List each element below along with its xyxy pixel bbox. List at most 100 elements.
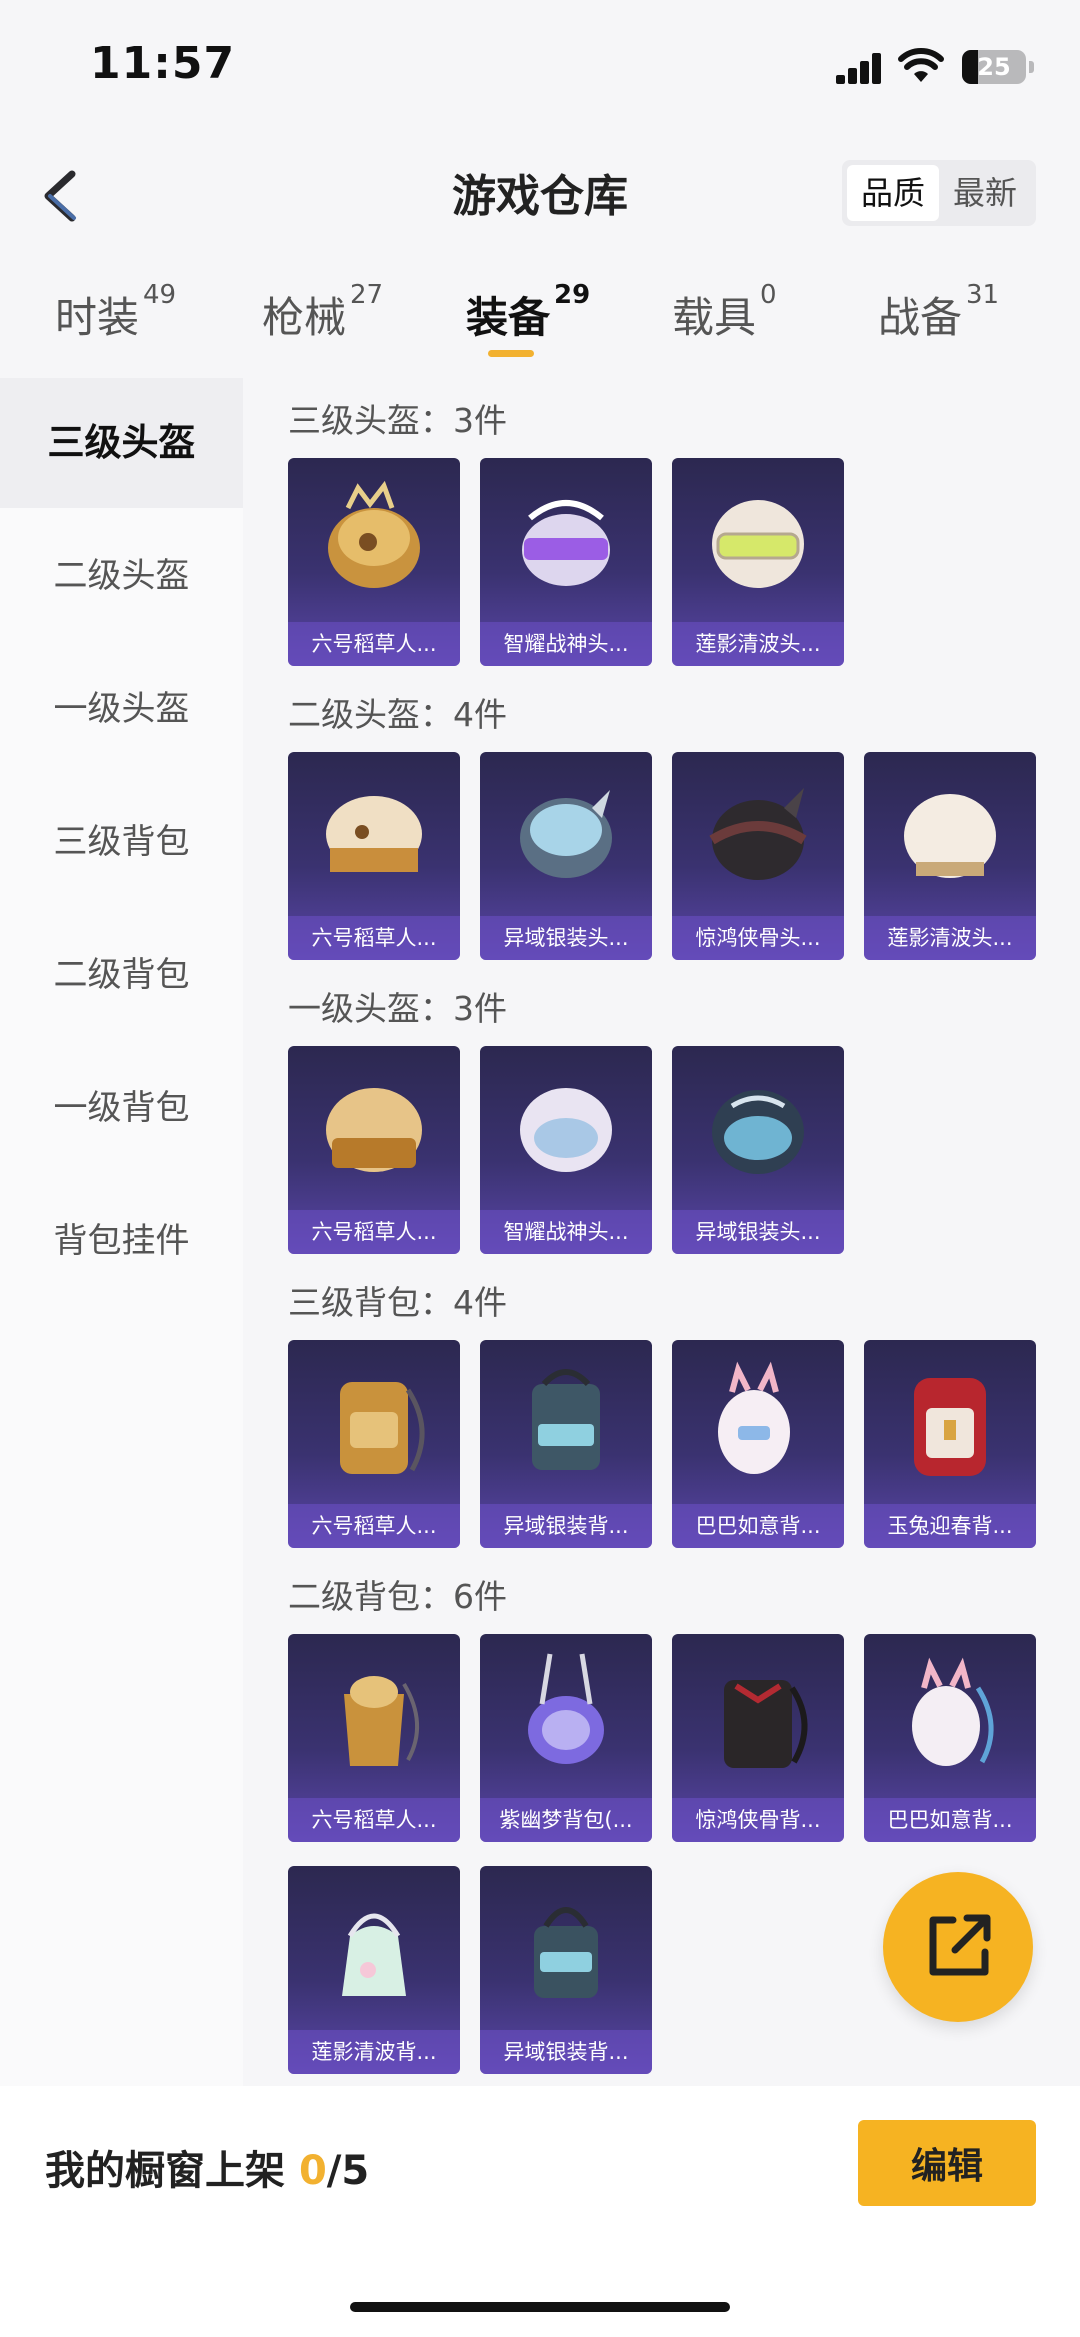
helmet-icon [522,500,610,586]
status-bar: 11:57 25 [0,0,1080,130]
sidebar-item-backpack-l2[interactable]: 二级背包 [0,910,243,1040]
item-card[interactable]: 莲影清波背... [288,1866,460,2074]
helmet-icon [904,794,996,878]
helmet-icon [520,790,612,878]
item-card[interactable]: 玉兔迎春背... [864,1340,1036,1548]
tab-count: 0 [760,280,777,310]
item-name: 六号稻草人... [288,1210,460,1254]
showcase-count: 0 [298,2148,327,2194]
tab-weapons[interactable]: 枪械 27 [262,280,383,354]
sidebar-item-helmet-l1[interactable]: 一级头盔 [0,644,243,774]
item-card[interactable]: 异域银装背... [480,1340,652,1548]
item-name: 莲影清波头... [864,916,1036,960]
item-card[interactable]: 六号稻草人... [288,1046,460,1254]
backpack-icon [344,1676,419,1766]
item-grid: 三级头盔：3件 二级头盔：4件 一级头盔：3件 三级背包：4件 二级背包：6件 … [243,378,1080,2086]
section-title: 一级头盔：3件 [288,989,507,1028]
item-card[interactable]: 六号稻草人... [288,752,460,960]
bottom-bar: 我的橱窗上架 0/5 编辑 [0,2086,1080,2337]
item-card[interactable]: 六号稻草人... [288,458,460,666]
item-name: 六号稻草人... [288,1798,460,1842]
tab-count: 27 [350,280,384,310]
category-tabs: 时装 49 枪械 27 装备 29 载具 0 战备 31 [0,262,1080,372]
helmet-icon [520,1088,612,1172]
tab-supplies[interactable]: 战备 31 [878,280,999,354]
helmet-icon [326,1088,422,1172]
item-card[interactable]: 莲影清波头... [672,458,844,666]
item-card[interactable]: 紫幽梦背包(... [480,1634,652,1842]
backpack-icon [340,1382,425,1474]
home-indicator[interactable] [350,2302,730,2312]
backpack-icon [532,1369,600,1470]
item-name: 莲影清波头... [672,622,844,666]
showcase-total: /5 [326,2148,370,2194]
backpack-icon [528,1653,604,1764]
item-card[interactable]: 六号稻草人... [288,1340,460,1548]
edit-button[interactable]: 编辑 [858,2120,1036,2206]
item-name: 惊鸿侠骨头... [672,916,844,960]
item-card[interactable]: 智耀战神头... [480,458,652,666]
tab-vehicles[interactable]: 载具 0 [672,280,777,354]
section-title: 三级头盔：3件 [288,401,507,440]
sidebar-item-helmet-l3[interactable]: 三级头盔 [0,378,243,508]
share-icon [929,1914,991,1976]
item-card[interactable]: 智耀战神头... [480,1046,652,1254]
item-name: 莲影清波背... [288,2030,460,2074]
item-card[interactable]: 惊鸿侠骨头... [672,752,844,960]
sidebar-item-backpack-l3[interactable]: 三级背包 [0,777,243,907]
tab-count: 49 [143,280,177,310]
tab-fashion[interactable]: 时装 49 [55,280,176,354]
battery-level: 25 [977,53,1011,81]
item-name: 异域银装头... [480,916,652,960]
item-name: 巴巴如意背... [864,1798,1036,1842]
item-card[interactable]: 巴巴如意背... [672,1340,844,1548]
sidebar: 三级头盔 二级头盔 一级头盔 三级背包 二级背包 一级背包 背包挂件 [0,378,243,2086]
sort-newest-button[interactable]: 最新 [939,165,1031,221]
backpack-icon [914,1378,986,1476]
showcase-status: 我的橱窗上架 0/5 [45,2148,370,2194]
tab-count: 29 [554,280,591,310]
item-name: 巴巴如意背... [672,1504,844,1548]
sidebar-item-backpack-l1[interactable]: 一级背包 [0,1043,243,1173]
tab-count: 31 [966,280,1000,310]
helmet-icon [712,1090,804,1174]
item-name: 六号稻草人... [288,1504,460,1548]
sidebar-item-helmet-l2[interactable]: 二级头盔 [0,511,243,641]
share-button[interactable] [883,1872,1033,2022]
battery-icon: 25 [962,50,1026,84]
item-card[interactable]: 六号稻草人... [288,1634,460,1842]
backpack-icon [534,1907,598,1998]
status-time: 11:57 [90,38,236,89]
item-name: 玉兔迎春背... [864,1504,1036,1548]
backpack-icon [912,1657,994,1766]
item-name: 智耀战神头... [480,1210,652,1254]
sort-quality-button[interactable]: 品质 [847,165,939,221]
helmet-icon [709,788,807,880]
item-card[interactable]: 莲影清波头... [864,752,1036,960]
item-name: 智耀战神头... [480,622,652,666]
sidebar-item-backpack-pendant[interactable]: 背包挂件 [0,1176,243,1306]
item-name: 异域银装背... [480,1504,652,1548]
item-name: 异域银装头... [672,1210,844,1254]
item-name: 六号稻草人... [288,916,460,960]
item-card[interactable]: 异域银装头... [480,752,652,960]
sort-toggle: 品质 最新 [842,160,1036,226]
item-card[interactable]: 异域银装背... [480,1866,652,2074]
helmet-icon [712,500,804,588]
wifi-icon [898,48,944,82]
item-name: 紫幽梦背包(... [480,1798,652,1842]
item-card[interactable]: 惊鸿侠骨背... [672,1634,844,1842]
item-name: 惊鸿侠骨背... [672,1798,844,1842]
page-header: 游戏仓库 品质 最新 [0,130,1080,260]
item-card[interactable]: 巴巴如意背... [864,1634,1036,1842]
helmet-icon [326,796,422,872]
helmet-icon [328,480,420,588]
item-name: 六号稻草人... [288,622,460,666]
signal-icon [836,52,882,84]
backpack-icon [724,1680,808,1768]
tab-equipment[interactable]: 装备 29 [466,280,590,354]
item-card[interactable]: 异域银装头... [672,1046,844,1254]
section-title: 二级背包：6件 [288,1577,507,1616]
backpack-icon [342,1913,406,1996]
item-name: 异域银装背... [480,2030,652,2074]
